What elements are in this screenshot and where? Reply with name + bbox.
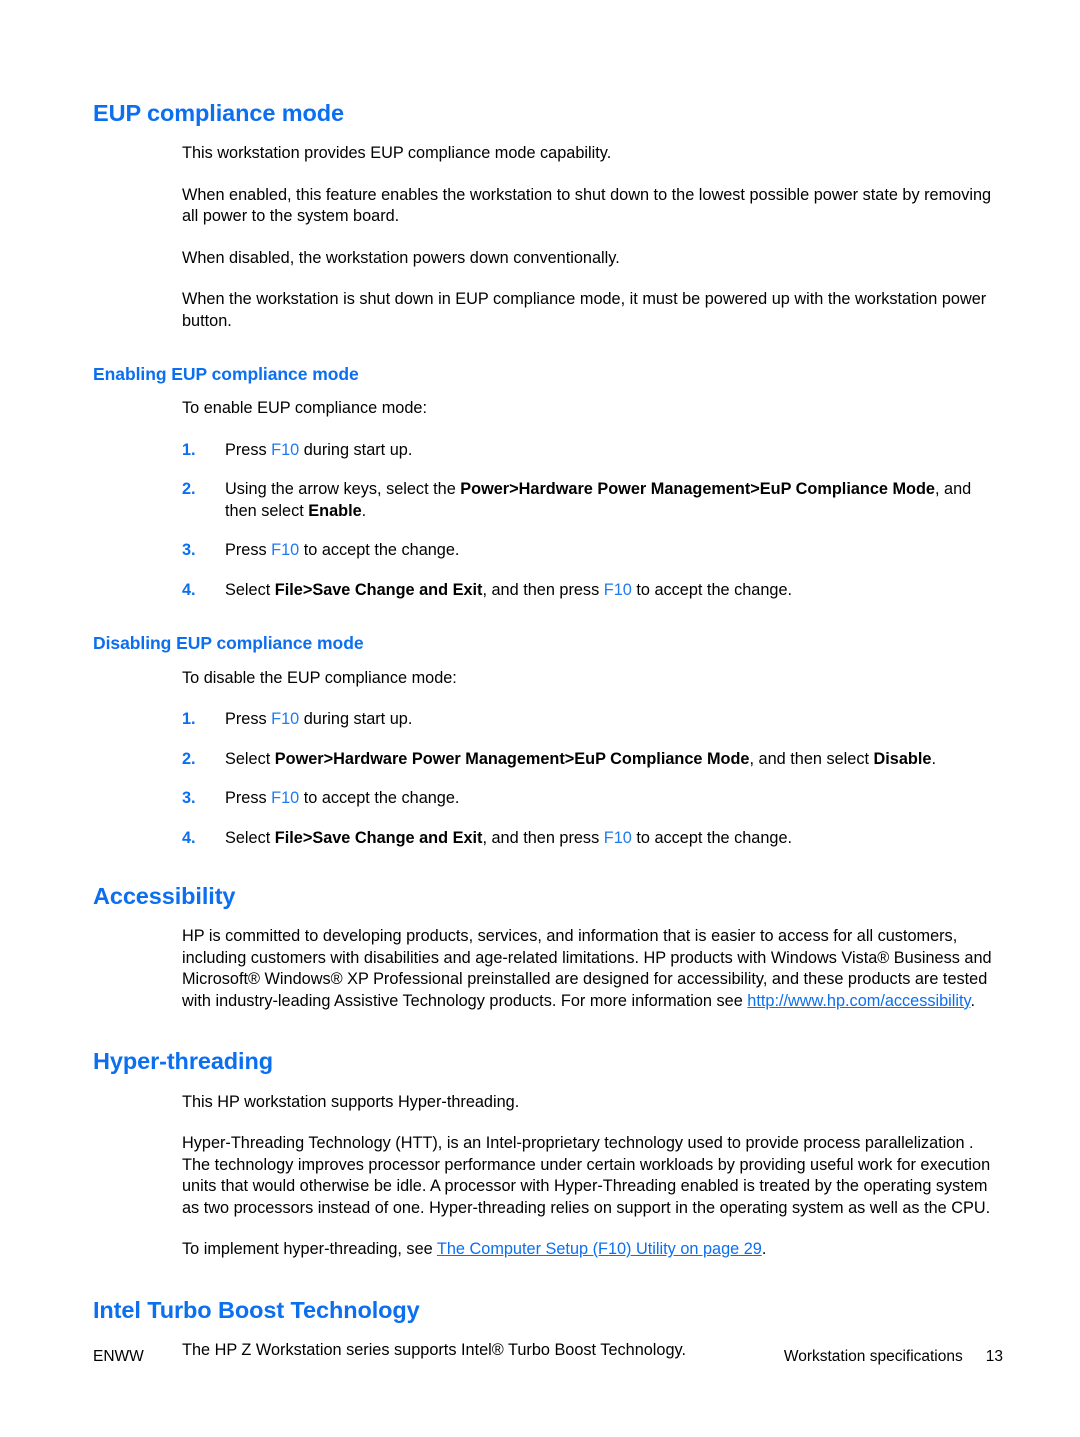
step-number: 3. bbox=[182, 789, 196, 808]
step-number: 3. bbox=[182, 541, 196, 560]
section-heading-intel-turbo-boost-technology: Intel Turbo Boost Technology bbox=[93, 1296, 420, 1323]
bold-run: File>Save Change and Exit bbox=[274, 580, 483, 599]
step-text: Select File>Save Change and Exit, and th… bbox=[225, 580, 793, 599]
section-body-enabling-eup-compliance-mode: To enable EUP compliance mode: 1. Press F… bbox=[182, 398, 1003, 601]
function-key-reference: F10 bbox=[271, 789, 300, 808]
step-item: 3. Press F10 to accept the change. bbox=[182, 540, 1003, 562]
step-number: 4. bbox=[182, 580, 196, 599]
step-number: 1. bbox=[182, 710, 196, 729]
step-item: 2. Select Power>Hardware Power Management… bbox=[182, 749, 1003, 771]
step-item: 1. Press F10 during start up. bbox=[182, 440, 1003, 462]
function-key-reference: F10 bbox=[603, 580, 632, 599]
section-body-eup-compliance-mode: This workstation provides EUP compliance… bbox=[182, 143, 1003, 332]
step-text: Select File>Save Change and Exit, and th… bbox=[225, 828, 793, 847]
step-number: 2. bbox=[182, 480, 196, 499]
paragraph: When disabled, the workstation powers do… bbox=[182, 248, 620, 267]
paragraph: This workstation provides EUP compliance… bbox=[182, 144, 612, 163]
step-text: Select Power>Hardware Power Management>E… bbox=[225, 749, 936, 768]
paragraph: HP is committed to developing products, … bbox=[182, 927, 992, 1010]
paragraph-intro: To enable EUP compliance mode: bbox=[182, 399, 427, 418]
step-item: 4. Select File>Save Change and Exit, and … bbox=[182, 580, 1003, 602]
paragraph: This HP workstation supports Hyper-threa… bbox=[182, 1092, 520, 1111]
paragraph-intro: To disable the EUP compliance mode: bbox=[182, 668, 457, 687]
step-number: 4. bbox=[182, 828, 196, 847]
bold-run: File>Save Change and Exit bbox=[274, 828, 483, 847]
footer-locale-code: ENWW bbox=[93, 1348, 144, 1365]
step-text: Press F10 to accept the change. bbox=[225, 789, 460, 808]
section-heading-hyper-threading: Hyper-threading bbox=[93, 1048, 273, 1075]
step-item: 4. Select File>Save Change and Exit, and … bbox=[182, 828, 1003, 850]
step-list-enabling: 1. Press F10 during start up. 2. Using the … bbox=[182, 440, 1003, 602]
step-item: 2. Using the arrow keys, select the Power… bbox=[182, 479, 1003, 522]
footer-chapter-title: Workstation specifications bbox=[783, 1348, 963, 1365]
paragraph: Hyper-Threading Technology (HTT), is an … bbox=[182, 1134, 991, 1217]
page-footer: ENWW Workstation specifications 13 bbox=[93, 1348, 1003, 1366]
section-heading-eup-compliance-mode: EUP compliance mode bbox=[93, 100, 345, 126]
step-text: Press F10 to accept the change. bbox=[225, 541, 460, 560]
step-number: 1. bbox=[182, 440, 196, 459]
function-key-reference: F10 bbox=[271, 710, 300, 729]
paragraph-closing: To implement hyper-threading, see The Co… bbox=[182, 1240, 767, 1259]
function-key-reference: F10 bbox=[603, 828, 632, 847]
section-body-disabling-eup-compliance-mode: To disable the EUP compliance mode: 1. Pr… bbox=[182, 668, 1003, 850]
document-link[interactable]: http://www.hp.com/accessibility bbox=[747, 992, 970, 1010]
bold-run: Enable bbox=[308, 501, 362, 520]
step-text: Press F10 during start up. bbox=[225, 440, 413, 459]
document-link[interactable]: The Computer Setup (F10) Utility on page… bbox=[437, 1240, 762, 1258]
bold-run: Disable bbox=[873, 749, 932, 768]
step-item: 1. Press F10 during start up. bbox=[182, 709, 1003, 731]
page-content: EUP compliance mode This workstation pro… bbox=[93, 100, 1003, 1382]
subsection-heading-disabling-eup-compliance-mode: Disabling EUP compliance mode bbox=[93, 633, 364, 654]
footer-page-number: 13 bbox=[985, 1348, 1003, 1365]
step-text: Using the arrow keys, select the Power>H… bbox=[225, 480, 972, 520]
section-body-accessibility: HP is committed to developing products, … bbox=[182, 926, 1003, 1012]
step-text: Press F10 during start up. bbox=[225, 710, 413, 729]
function-key-reference: F10 bbox=[271, 541, 300, 560]
bold-run: Power>Hardware Power Management>EuP Comp… bbox=[460, 480, 935, 499]
paragraph: When enabled, this feature enables the w… bbox=[182, 185, 992, 226]
step-number: 2. bbox=[182, 749, 196, 768]
step-list-disabling: 1. Press F10 during start up. 2. Select Pow… bbox=[182, 709, 1003, 849]
section-body-hyper-threading: This HP workstation supports Hyper-threa… bbox=[182, 1092, 1003, 1261]
subsection-heading-enabling-eup-compliance-mode: Enabling EUP compliance mode bbox=[93, 364, 359, 385]
step-item: 3. Press F10 to accept the change. bbox=[182, 788, 1003, 810]
paragraph: When the workstation is shut down in EUP… bbox=[182, 290, 987, 330]
function-key-reference: F10 bbox=[271, 440, 300, 459]
document-page: EUP compliance mode This workstation pro… bbox=[0, 0, 1080, 1437]
bold-run: Power>Hardware Power Management>EuP Comp… bbox=[274, 749, 750, 768]
footer-right-group: Workstation specifications 13 bbox=[784, 1348, 1003, 1366]
section-heading-accessibility: Accessibility bbox=[93, 883, 236, 910]
